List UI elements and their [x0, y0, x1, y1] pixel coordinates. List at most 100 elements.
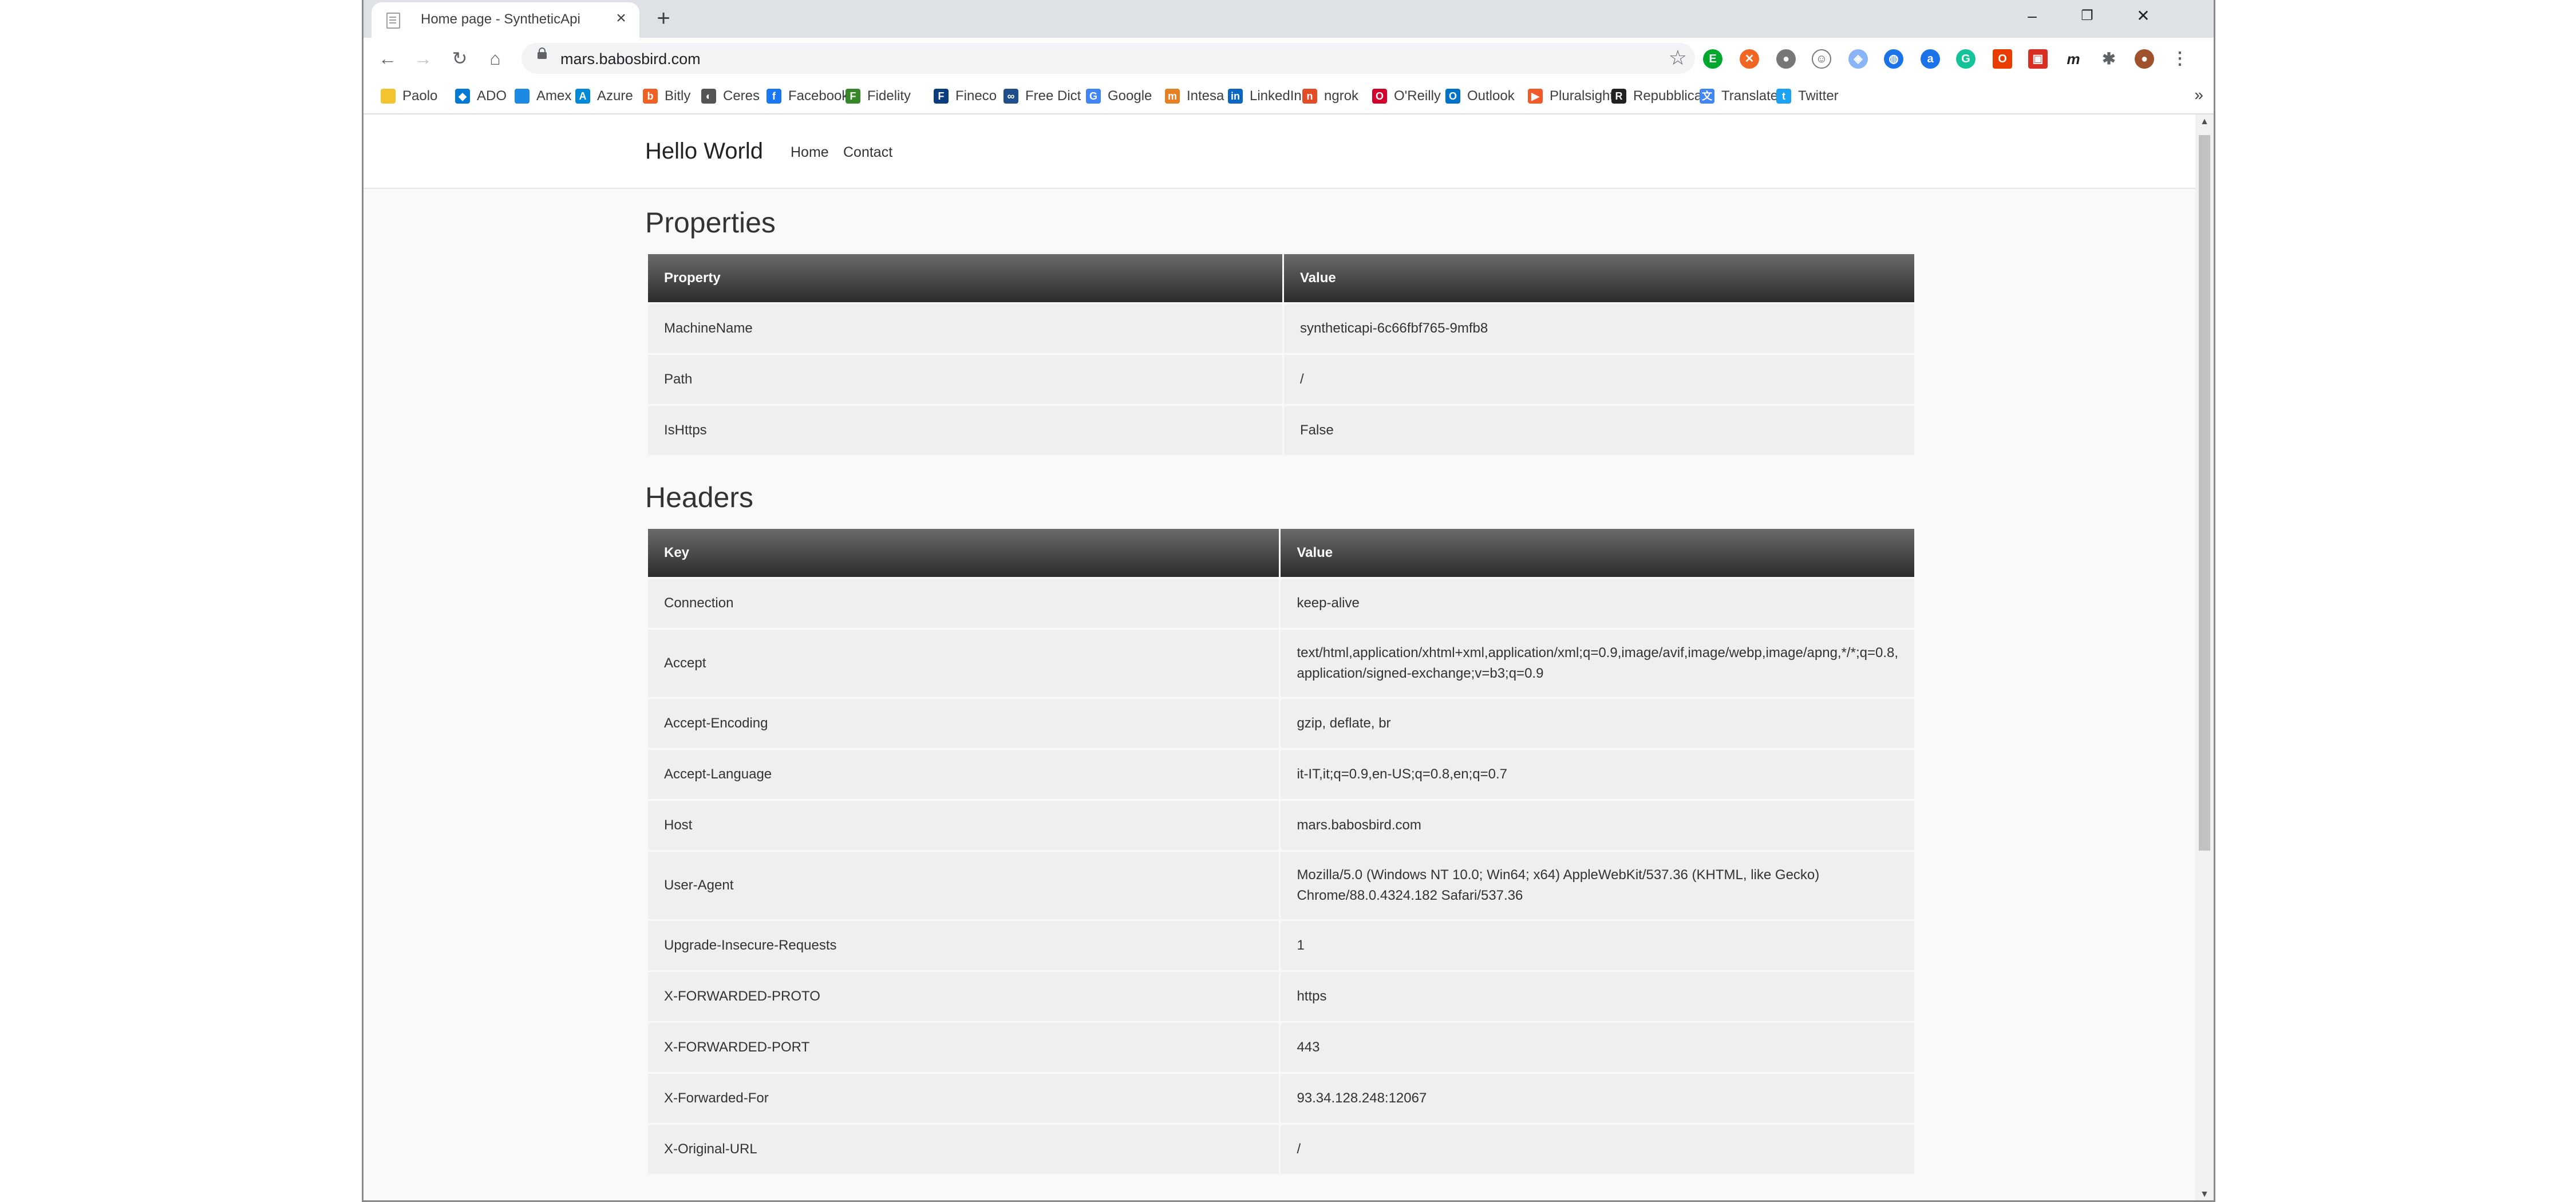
bookmark-repubblica[interactable]: R Repubblica	[1611, 86, 1702, 106]
bookmark-label: Intesa	[1187, 88, 1224, 104]
forward-button[interactable]: →	[409, 45, 437, 72]
bookmark-facebook[interactable]: f Facebook	[767, 86, 848, 106]
bookmark-label: Pluralsight	[1550, 88, 1614, 104]
profile-avatar[interactable]: ●	[2135, 49, 2154, 69]
table-row: X-Forwarded-For 93.34.128.248:12067	[648, 1074, 1914, 1123]
close-tab-icon[interactable]: ×	[611, 8, 631, 29]
properties-table: Property Value MachineName syntheticapi-6…	[646, 252, 1916, 457]
bookmark-label: Azure	[597, 88, 633, 104]
bookmark-favicon-icon: ▶	[1528, 89, 1543, 104]
grammarly-icon[interactable]: G	[1956, 49, 1976, 69]
value-cell: 93.34.128.248:12067	[1281, 1074, 1914, 1123]
bookmark-label: O'Reilly	[1394, 88, 1441, 104]
value-column-header: Value	[1284, 254, 1914, 302]
bookmark-favicon-icon: t	[1776, 89, 1791, 104]
restore-button[interactable]: ❐	[2067, 3, 2107, 29]
bookmark-azure[interactable]: A Azure	[575, 86, 633, 106]
bookmark-label: Fineco	[955, 88, 997, 104]
bookmark-linkedin[interactable]: in LinkedIn	[1228, 86, 1302, 106]
bookmark-fineco[interactable]: F Fineco	[934, 86, 997, 106]
bookmark-label: Fidelity	[867, 88, 911, 104]
key-cell: Accept-Language	[648, 750, 1279, 799]
lock-icon	[538, 48, 547, 59]
bookmark-favicon-icon: A	[575, 89, 590, 104]
office-icon[interactable]: O	[1993, 49, 2012, 69]
key-cell: MachineName	[648, 304, 1282, 353]
bookmark-translate[interactable]: 文 Translate	[1700, 86, 1778, 106]
scroll-down-icon[interactable]: ▼	[2195, 1189, 2214, 1200]
bookmark-label: ADO	[477, 88, 507, 104]
bookmark-ngrok[interactable]: n ngrok	[1302, 86, 1358, 106]
bookmark-label: Amex	[536, 88, 572, 104]
scrollbar-thumb[interactable]	[2199, 135, 2210, 851]
value-cell: keep-alive	[1281, 579, 1914, 628]
evernote-icon[interactable]: E	[1703, 49, 1722, 69]
bookmark-fidelity[interactable]: F Fidelity	[846, 86, 911, 106]
home-button[interactable]: ⌂	[481, 45, 509, 72]
back-button[interactable]: ←	[374, 45, 401, 72]
key-cell: Upgrade-Insecure-Requests	[648, 921, 1279, 970]
value-cell: /	[1284, 355, 1914, 404]
minimize-button[interactable]: –	[2012, 3, 2052, 29]
bookmark-outlook[interactable]: O Outlook	[1445, 86, 1515, 106]
bookmark-pluralsight[interactable]: ▶ Pluralsight	[1528, 86, 1614, 106]
browser-tab[interactable]: Home page - SyntheticApi ×	[372, 2, 639, 38]
bookmark-favicon-icon: 文	[1700, 89, 1714, 104]
value-cell: syntheticapi-6c66fbf765-9mfb8	[1284, 304, 1914, 353]
bookmark-star-icon[interactable]: ☆	[1669, 46, 1687, 70]
more-bookmarks-icon[interactable]: »	[2194, 86, 2203, 104]
extensions-puzzle-icon[interactable]: ✱	[2099, 49, 2119, 69]
key-cell: Accept-Encoding	[648, 699, 1279, 748]
bookmark-favicon-icon: F	[934, 89, 949, 104]
extension-compass-icon[interactable]: ◈	[1848, 49, 1868, 69]
table-row: Path /	[648, 355, 1914, 404]
bookmark-ceres[interactable]: ◐ Ceres	[701, 86, 760, 106]
bookmark-label: Facebook	[788, 88, 849, 104]
site-brand[interactable]: Hello World	[645, 139, 763, 164]
bookmark-label: Repubblica	[1633, 88, 1702, 104]
key-column-header: Key	[648, 529, 1279, 577]
value-cell: /	[1281, 1125, 1914, 1174]
menu-kebab-icon[interactable]: ⋮	[2170, 49, 2190, 69]
bookmark-favicon-icon: R	[1611, 89, 1626, 104]
page-icon	[386, 13, 400, 29]
url-text: mars.babosbird.com	[560, 50, 701, 68]
table-row: Host mars.babosbird.com	[648, 801, 1914, 850]
close-window-button[interactable]: ✕	[2123, 3, 2163, 29]
extension-badge-icon[interactable]: a	[1921, 49, 1940, 69]
bookmark-intesa[interactable]: m Intesa	[1165, 86, 1224, 106]
value-cell: Mozilla/5.0 (Windows NT 10.0; Win64; x64…	[1281, 852, 1914, 919]
bookmark-favicon-icon: in	[1228, 89, 1243, 104]
bookmark-paolo[interactable]: Paolo	[381, 86, 437, 106]
bookmark-label: Free Dict	[1025, 88, 1081, 104]
extension-circle-icon[interactable]: ●	[1776, 49, 1796, 69]
table-row: IsHttps False	[648, 406, 1914, 455]
extension-face-icon[interactable]: ☺	[1812, 49, 1831, 69]
table-row: Accept-Encoding gzip, deflate, br	[648, 699, 1914, 748]
bookmark-bitly[interactable]: b Bitly	[643, 86, 690, 106]
nav-contact-link[interactable]: Contact	[843, 144, 892, 161]
value-cell: text/html,application/xhtml+xml,applicat…	[1281, 630, 1914, 697]
scroll-up-icon[interactable]: ▲	[2195, 117, 2214, 127]
extension-m-icon[interactable]: m	[2064, 49, 2083, 69]
extension-x-icon[interactable]: ✕	[1740, 49, 1759, 69]
bookmark-free-dict[interactable]: ∞ Free Dict	[1003, 86, 1081, 106]
extension-globe-icon[interactable]: ◍	[1884, 49, 1903, 69]
reload-button[interactable]: ↻	[446, 45, 473, 72]
new-tab-button[interactable]: +	[651, 6, 676, 31]
bookmark-amex[interactable]: Amex	[515, 86, 571, 106]
bookmark-google[interactable]: G Google	[1086, 86, 1152, 106]
bookmark-ado[interactable]: ◆ ADO	[455, 86, 507, 106]
bookmark-twitter[interactable]: t Twitter	[1776, 86, 1839, 106]
value-cell: mars.babosbird.com	[1281, 801, 1914, 850]
extension-box-icon[interactable]: ▣	[2028, 49, 2048, 69]
address-bar[interactable]: mars.babosbird.com ☆	[521, 43, 1695, 74]
browser-window: Home page - SyntheticApi × + – ❐ ✕ ← → ↻…	[362, 0, 2215, 1202]
bookmark-o-reilly[interactable]: O O'Reilly	[1372, 86, 1441, 106]
nav-home-link[interactable]: Home	[791, 144, 829, 161]
bookmark-favicon-icon: b	[643, 89, 658, 104]
value-cell: it-IT,it;q=0.9,en-US;q=0.8,en;q=0.7	[1281, 750, 1914, 799]
bookmark-favicon-icon: n	[1302, 89, 1317, 104]
vertical-scrollbar[interactable]: ▲ ▼	[2195, 114, 2214, 1200]
bookmarks-bar: Paolo ◆ ADO Amex A Azure b Bitly ◐ Ceres f Facebook…	[364, 79, 2214, 114]
